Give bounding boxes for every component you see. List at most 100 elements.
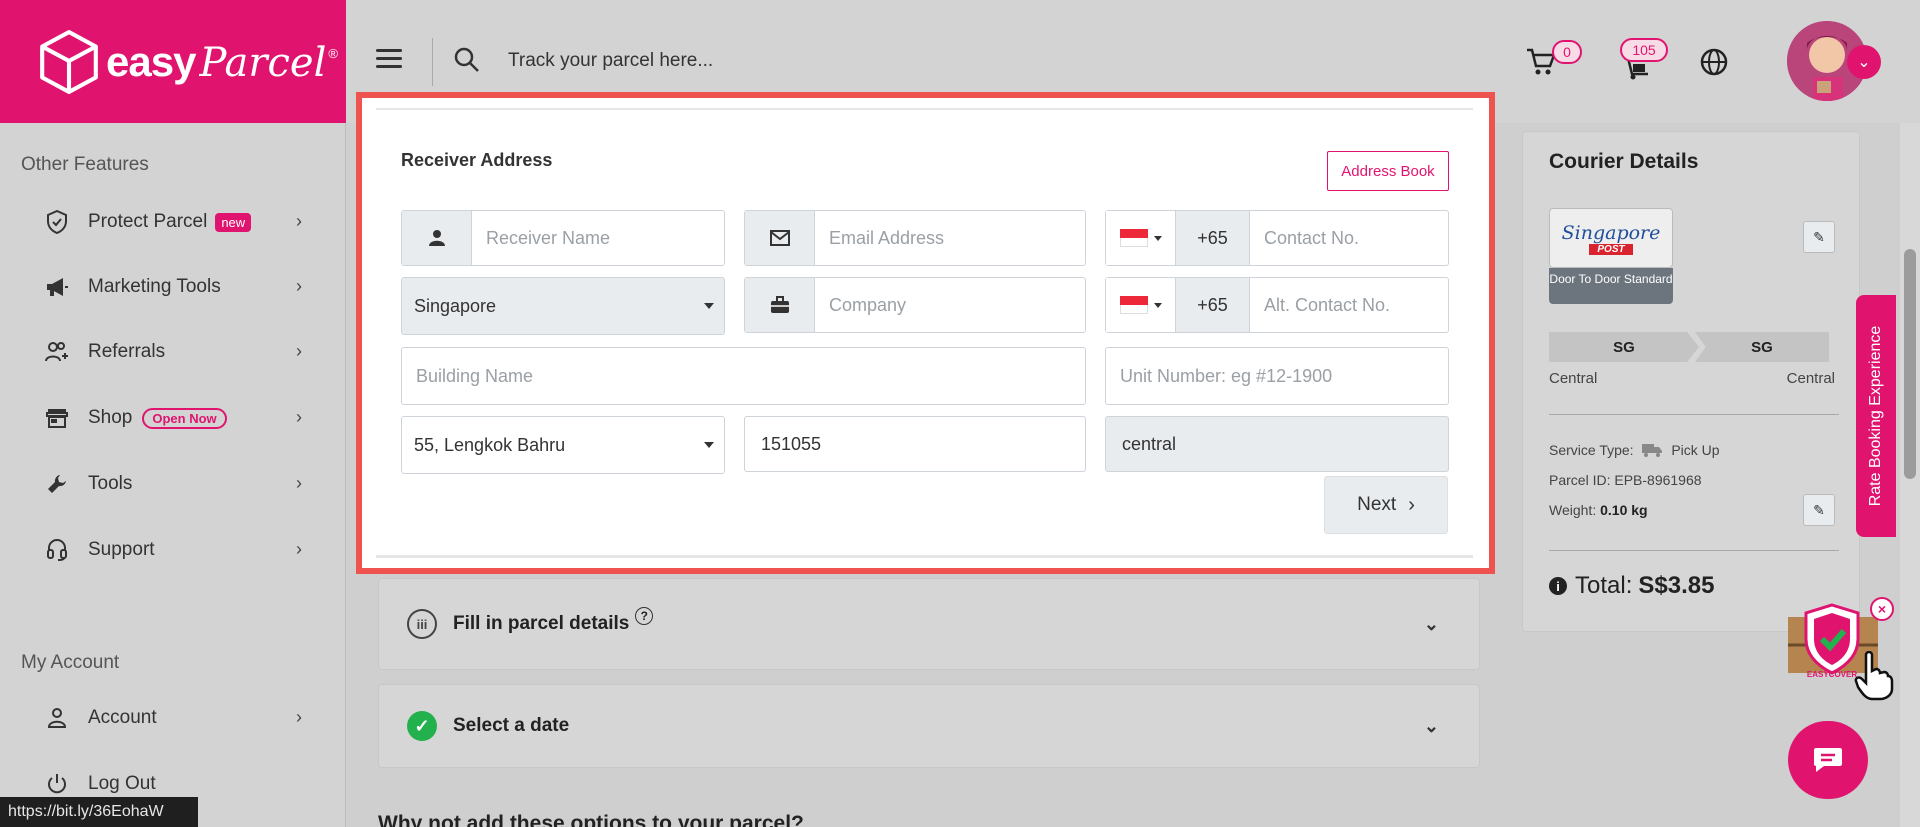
country-select[interactable]: Singapore (401, 277, 725, 335)
sidebar-item-label: Protect Parcel (88, 211, 208, 232)
briefcase-icon (745, 278, 815, 332)
sidebar-item-tools[interactable]: Tools › (44, 464, 302, 504)
street-select[interactable]: 55, Lengkok Bahru (401, 416, 725, 474)
sidebar-item-label: Shop (88, 407, 133, 428)
chevron-down-icon[interactable]: ⌄ (1847, 45, 1881, 79)
contact-placeholder: Contact No. (1264, 227, 1360, 248)
contact-number-field[interactable]: +65 Contact No. (1105, 210, 1449, 266)
service-type-label: Service Type: (1549, 442, 1634, 458)
rate-booking-tab[interactable]: Rate Booking Experience (1856, 295, 1896, 537)
edit-courier-button[interactable]: ✎ (1803, 221, 1835, 253)
dial-code: +65 (1176, 211, 1250, 265)
step-label: Fill in parcel details (453, 613, 630, 634)
page-scrollbar[interactable] (1900, 123, 1920, 827)
options-heading: Why not add these options to your parcel… (378, 812, 804, 827)
sidebar-item-shop[interactable]: Shop Open Now › (44, 398, 302, 438)
megaphone-icon (44, 274, 70, 300)
power-icon (44, 771, 70, 797)
logo-registered-mark: ® (328, 45, 338, 61)
email-placeholder: Email Address (829, 227, 945, 248)
store-icon (44, 405, 70, 431)
sidebar-item-marketing-tools[interactable]: Marketing Tools › (44, 267, 302, 307)
sidebar-item-label: Referrals (88, 341, 166, 362)
singapore-flag-icon (1119, 229, 1148, 247)
sidebar-item-account[interactable]: Account › (44, 698, 302, 738)
courier-logo-subtext: POST (1589, 243, 1633, 255)
company-field[interactable]: Company (744, 277, 1086, 333)
weight-value: 0.10 kg (1600, 502, 1648, 518)
chevron-down-icon: ⌄ (1423, 715, 1439, 736)
route-from-region: Central (1549, 370, 1598, 387)
easycover-widget[interactable]: EASYCOVER × (1788, 597, 1894, 701)
receiver-name-field[interactable]: Receiver Name (401, 210, 725, 266)
receiver-address-form: Receiver Address Address Book Receiver N… (376, 108, 1473, 558)
total-row: i Total: S$3.85 (1549, 572, 1714, 600)
brand-logo[interactable]: easy Parcel ® (0, 0, 346, 123)
shield-icon (44, 209, 70, 235)
sidebar-item-support[interactable]: Support › (44, 530, 302, 570)
sidebar: easy Parcel ® Other Features Protect Par… (0, 0, 346, 827)
hamburger-menu-icon[interactable] (376, 49, 402, 69)
user-icon (44, 705, 70, 731)
service-type-value: Pick Up (1671, 442, 1720, 458)
scrollbar-thumb[interactable] (1904, 249, 1916, 479)
search-icon[interactable] (454, 47, 480, 78)
step-select-date[interactable]: ✓ Select a date ⌄ (378, 684, 1480, 768)
chat-button[interactable] (1788, 721, 1868, 799)
chat-bubble-icon (1814, 748, 1842, 772)
sidebar-item-label: Log Out (88, 773, 156, 794)
track-parcel-search-input[interactable] (508, 44, 1108, 78)
country-code-dropdown[interactable] (1106, 211, 1176, 265)
chevron-right-icon: › (296, 707, 302, 727)
courier-logo-text: Singapore (1561, 221, 1661, 244)
address-book-button[interactable]: Address Book (1327, 151, 1449, 191)
logo-parcel-text: Parcel (199, 39, 327, 86)
hand-cursor-icon (1854, 651, 1894, 701)
step-parcel-details[interactable]: iii Fill in parcel details ? ⌄ (378, 578, 1480, 670)
sidebar-item-label: Marketing Tools (88, 276, 221, 297)
email-field[interactable]: Email Address (744, 210, 1086, 266)
chevron-right-icon: › (296, 539, 302, 559)
sidebar-item-label: Account (88, 707, 157, 728)
easycover-label: EASYCOVER (1807, 670, 1857, 679)
cube-logo-icon (40, 29, 98, 94)
caret-down-icon (1153, 302, 1162, 308)
chevron-right-icon: › (296, 407, 302, 427)
globe-icon[interactable] (1700, 48, 1728, 81)
building-placeholder: Building Name (416, 365, 534, 386)
courier-details-title: Courier Details (1549, 150, 1699, 173)
total-value: S$3.85 (1638, 572, 1715, 599)
unit-number-field[interactable]: Unit Number: eg #12-1900 (1105, 347, 1449, 405)
divider (1549, 550, 1839, 551)
building-name-field[interactable]: Building Name (401, 347, 1086, 405)
open-now-badge: Open Now (142, 407, 227, 429)
postcode-field[interactable]: 151055 (744, 416, 1086, 472)
alt-contact-number-field[interactable]: +65 Alt. Contact No. (1105, 277, 1449, 333)
weight-row: Weight: 0.10 kg (1549, 502, 1648, 518)
courier-details-panel: Courier Details Singapore POST Door To D… (1522, 131, 1860, 632)
parcel-id-value: EPB-8961968 (1614, 472, 1702, 488)
chevron-right-icon: › (296, 276, 302, 296)
alt-dial-code: +65 (1176, 278, 1250, 332)
caret-down-icon (704, 442, 714, 448)
user-icon (402, 211, 472, 265)
receiver-address-highlight: Receiver Address Address Book Receiver N… (356, 92, 1495, 574)
help-icon[interactable]: ? (635, 607, 654, 625)
chevron-down-icon: ⌄ (1423, 613, 1439, 634)
close-icon[interactable]: × (1870, 597, 1894, 621)
users-icon (44, 339, 70, 365)
parcel-id-label: Parcel ID: (1549, 472, 1611, 488)
sidebar-item-referrals[interactable]: Referrals › (44, 332, 302, 372)
logo-easy-text: easy (106, 37, 196, 85)
alt-contact-placeholder: Alt. Contact No. (1264, 294, 1391, 315)
divider (1549, 414, 1839, 415)
caret-down-icon (704, 303, 714, 309)
edit-parcel-button[interactable]: ✎ (1803, 494, 1835, 526)
status-bar-url: https://bit.ly/36EohaW (0, 797, 198, 827)
total-label: Total: (1575, 572, 1633, 599)
chevron-right-icon: › (1408, 493, 1415, 516)
sidebar-item-protect-parcel[interactable]: Protect Parcel new › (44, 202, 302, 242)
next-button[interactable]: Next › (1324, 476, 1448, 534)
notification-count-badge: 105 (1620, 38, 1668, 62)
country-code-dropdown[interactable] (1106, 278, 1176, 332)
